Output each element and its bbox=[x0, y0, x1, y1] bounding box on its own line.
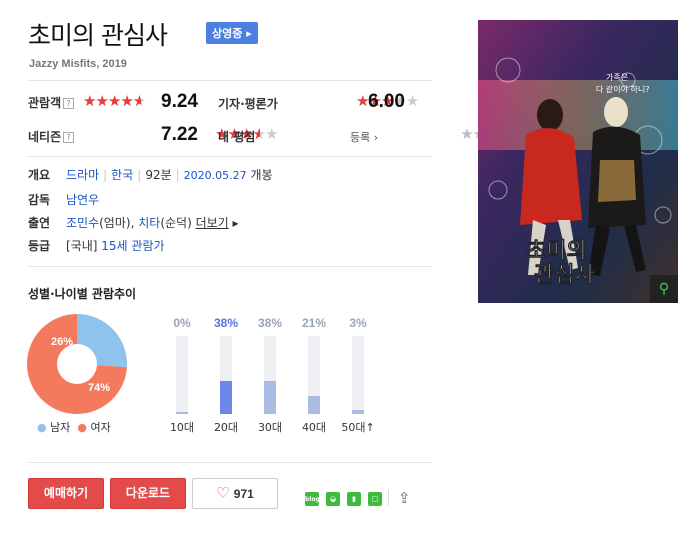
age-label: 20대 bbox=[213, 421, 239, 434]
cast-role-2: (순덕) bbox=[160, 216, 192, 230]
poster-title-1: 초미의 bbox=[526, 239, 587, 264]
rating-prefix: [국내] bbox=[66, 239, 98, 253]
audience-label: 관람객 bbox=[28, 96, 62, 110]
genre-link[interactable]: 드라마 bbox=[66, 168, 99, 182]
female-legend-label: 여자 bbox=[90, 421, 111, 434]
band-icon[interactable]: ◒ bbox=[326, 492, 340, 506]
age-bar bbox=[352, 336, 364, 414]
age-label: 30대 bbox=[257, 421, 283, 434]
download-button[interactable]: 다운로드 bbox=[110, 478, 186, 509]
more-label: 더보기 bbox=[195, 216, 229, 230]
heart-icon: ♡ bbox=[216, 484, 230, 502]
summary-label: 개요 bbox=[28, 168, 51, 182]
share-icon[interactable]: ⇪ bbox=[398, 489, 411, 507]
page-title: 초미의 관심사 bbox=[28, 21, 168, 50]
age-label: 10대 bbox=[169, 421, 195, 434]
register-rating-link[interactable]: 등록 › bbox=[350, 129, 378, 145]
zoom-search-icon[interactable]: ⚲ bbox=[650, 275, 678, 303]
movie-poster[interactable]: 가족은 다 같이야 하니? 초미의 관심사 ⚲ bbox=[478, 20, 678, 303]
age-pct-label: 38% bbox=[213, 316, 239, 330]
release-suffix: 개봉 bbox=[250, 168, 273, 182]
runtime: 92분 bbox=[145, 168, 172, 182]
like-count: 971 bbox=[233, 487, 254, 501]
male-dot-icon: ● bbox=[37, 421, 47, 434]
cast-value: 조민수(엄마), 치타(순덕) 더보기 ▸ bbox=[66, 216, 239, 230]
blog-label: blog bbox=[305, 496, 320, 503]
critic-score: 6.00 bbox=[368, 91, 405, 112]
female-dot-icon: ● bbox=[77, 421, 87, 434]
book-button[interactable]: 예매하기 bbox=[28, 478, 104, 509]
age-pct-label: 38% bbox=[257, 316, 283, 330]
status-badge[interactable]: 상영중 ▸ bbox=[206, 22, 258, 44]
age-bar bbox=[220, 336, 232, 414]
gender-legend: ● 남자 ● 여자 bbox=[37, 419, 111, 435]
netizen-rating: 네티즌? bbox=[28, 128, 75, 145]
divider bbox=[28, 80, 432, 81]
help-icon[interactable]: ? bbox=[63, 98, 75, 109]
audience-rating: 관람객? bbox=[28, 94, 75, 111]
cast-link-2[interactable]: 치타 bbox=[138, 216, 160, 230]
rating-value: [국내] 15세 관람가 bbox=[66, 237, 165, 254]
cast-role-1: (엄마) bbox=[99, 216, 131, 230]
age-bar-fill bbox=[264, 381, 276, 414]
age-bar-fill bbox=[308, 395, 320, 414]
donut-hole bbox=[57, 344, 97, 384]
age-pct-label: 0% bbox=[173, 316, 191, 330]
female-pct-label: 74% bbox=[88, 382, 110, 394]
rating-label: 등급 bbox=[28, 239, 51, 253]
divider bbox=[28, 462, 432, 463]
male-pct-label: 26% bbox=[51, 336, 73, 348]
age-bar-fill bbox=[352, 410, 364, 414]
age-bar-fill bbox=[176, 412, 188, 414]
age-pct-label: 3% bbox=[349, 316, 367, 330]
register-label: 등록 bbox=[350, 131, 371, 144]
like-button[interactable]: ♡ 971 bbox=[192, 478, 278, 509]
age-bar-fill bbox=[220, 381, 232, 414]
netizen-label: 네티즌 bbox=[28, 130, 62, 144]
male-legend-label: 남자 bbox=[50, 421, 71, 434]
netizen-score: 7.22 bbox=[161, 124, 198, 145]
country-link[interactable]: 한국 bbox=[111, 168, 133, 182]
age-rating-link[interactable]: 15세 관람가 bbox=[101, 239, 164, 253]
summary-value: 드라마 | 한국 | 92분 | 2020.05.27 개봉 bbox=[66, 168, 273, 182]
square-icon[interactable]: □ bbox=[368, 492, 382, 506]
more-cast-link[interactable]: 더보기 bbox=[196, 216, 229, 230]
age-pct-label: 21% bbox=[301, 316, 327, 330]
share-divider bbox=[388, 490, 389, 506]
critic-label: 기자·평론가 bbox=[218, 97, 278, 111]
cast-label: 출연 bbox=[28, 216, 51, 230]
age-label: 40대 bbox=[301, 421, 327, 434]
director-link[interactable]: 남연우 bbox=[66, 193, 99, 207]
demographics-heading: 성별·나이별 관람추이 bbox=[28, 287, 137, 301]
divider bbox=[28, 156, 432, 157]
status-label: 상영중 bbox=[212, 27, 243, 40]
age-bar bbox=[264, 336, 276, 414]
age-label: 50대↑ bbox=[341, 421, 375, 434]
cast-link-1[interactable]: 조민수 bbox=[66, 216, 99, 230]
divider bbox=[28, 266, 432, 267]
audience-score: 9.24 bbox=[161, 91, 198, 112]
audience-stars: ★★★★★ ★★★★★ bbox=[83, 92, 146, 110]
poster-art: 가족은 다 같이야 하니? 초미의 관심사 bbox=[478, 20, 678, 303]
blog-icon[interactable]: blog bbox=[305, 492, 320, 506]
poster-tagline-2: 다 같이야 하니? bbox=[596, 84, 650, 94]
age-bar bbox=[308, 336, 320, 414]
age-bar bbox=[176, 336, 188, 414]
my-rating-label: 내 평점 bbox=[218, 130, 256, 144]
bookmark-icon[interactable]: ▮ bbox=[347, 492, 361, 506]
help-icon[interactable]: ? bbox=[63, 132, 75, 143]
movie-subtitle: Jazzy Misfits, 2019 bbox=[29, 58, 127, 70]
poster-tagline-1: 가족은 bbox=[606, 73, 628, 82]
gender-donut-chart: 26% 74% bbox=[26, 314, 128, 414]
poster-title-2: 관심사 bbox=[534, 263, 595, 288]
release-date-link[interactable]: 2020.05.27 bbox=[184, 169, 247, 182]
director-label: 감독 bbox=[28, 193, 51, 207]
